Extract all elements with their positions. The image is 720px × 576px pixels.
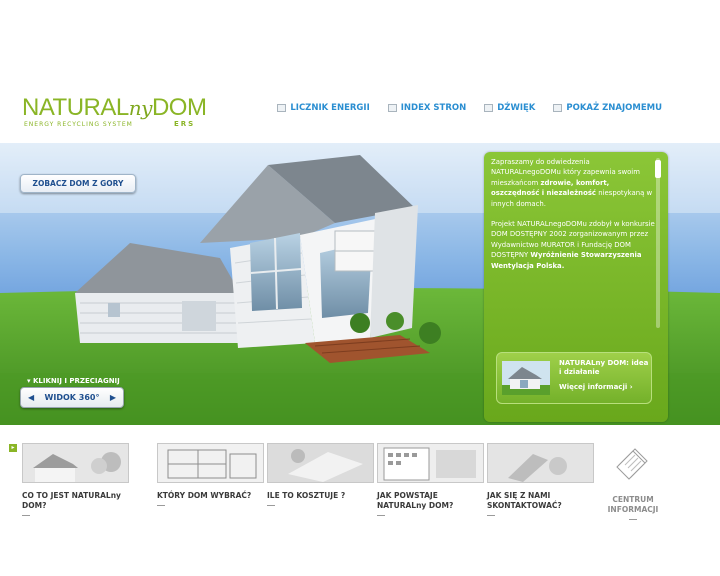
arrow-right-icon: ▶ xyxy=(109,393,116,402)
drag-hint: ▾ KLIKNIJ I PRZECIAGNIJ xyxy=(27,377,120,385)
tile-thumbnail xyxy=(157,443,264,483)
share-icon xyxy=(553,104,563,112)
documents-icon xyxy=(616,448,648,480)
top-navigation: LICZNIK ENERGII INDEX STRON DŹWIĘK POKAŻ… xyxy=(277,103,662,113)
tile-ile-kosztuje[interactable]: ILE TO KOSZTUJE ? xyxy=(267,443,374,506)
tile-co-to-jest[interactable]: CO TO JEST NATURALny DOM? xyxy=(22,443,129,516)
nav-pokaz-znajomemu[interactable]: POKAŻ ZNAJOMEMU xyxy=(553,103,662,113)
logo-ers: ERS xyxy=(174,120,196,128)
promo-idea-button[interactable]: NATURALny DOM: idea i działanie Więcej i… xyxy=(496,352,652,404)
view-360-label: WIDOK 360° xyxy=(44,393,100,402)
sound-icon xyxy=(484,104,494,112)
logo-tagline: ENERGY RECYCLING SYSTEM xyxy=(24,121,133,128)
site-logo[interactable]: NATURALnyDOM ENERGY RECYCLING SYSTEM ERS xyxy=(22,94,207,134)
tile-ktory-dom[interactable]: KTÓRY DOM WYBRAĆ? xyxy=(157,443,264,506)
nav-licznik-energii[interactable]: LICZNIK ENERGII xyxy=(277,103,370,113)
tile-thumbnail xyxy=(487,443,594,483)
section-arrow-icon: ▸ xyxy=(9,444,17,452)
tile-kontakt[interactable]: JAK SIĘ Z NAMI SKONTAKTOWAĆ? xyxy=(487,443,594,516)
logo-wordmark: NATURALnyDOM xyxy=(22,94,207,121)
info-scrollbar-thumb[interactable] xyxy=(655,160,661,178)
counter-icon xyxy=(277,104,287,112)
view-from-top-button[interactable]: ZOBACZ DOM Z GORY xyxy=(20,174,136,193)
promo-title: NATURALny DOM: idea i działanie xyxy=(559,359,649,376)
info-panel: Zapraszamy do odwiedzenia NATURALnegoDOM… xyxy=(484,152,668,422)
tile-thumbnail xyxy=(267,443,374,483)
centrum-informacji-link[interactable]: CENTRUM INFORMACJI xyxy=(603,443,663,520)
arrow-left-icon: ◀ xyxy=(28,393,35,402)
nav-index-stron[interactable]: INDEX STRON xyxy=(387,103,466,113)
tile-jak-powstaje[interactable]: JAK POWSTAJE NATURALny DOM? xyxy=(377,443,484,516)
tile-thumbnail xyxy=(377,443,484,483)
info-scrollbar[interactable] xyxy=(656,158,660,328)
house-thumbnail-icon xyxy=(502,361,550,395)
tile-thumbnail xyxy=(22,443,129,483)
index-icon xyxy=(387,104,397,112)
info-text: Zapraszamy do odwiedzenia NATURALnegoDOM… xyxy=(491,158,655,270)
more-info-link[interactable]: Więcej informacji › xyxy=(559,383,633,391)
view-360-button[interactable]: ◀ WIDOK 360° ▶ xyxy=(20,387,124,408)
nav-dzwiek[interactable]: DŹWIĘK xyxy=(484,103,535,113)
